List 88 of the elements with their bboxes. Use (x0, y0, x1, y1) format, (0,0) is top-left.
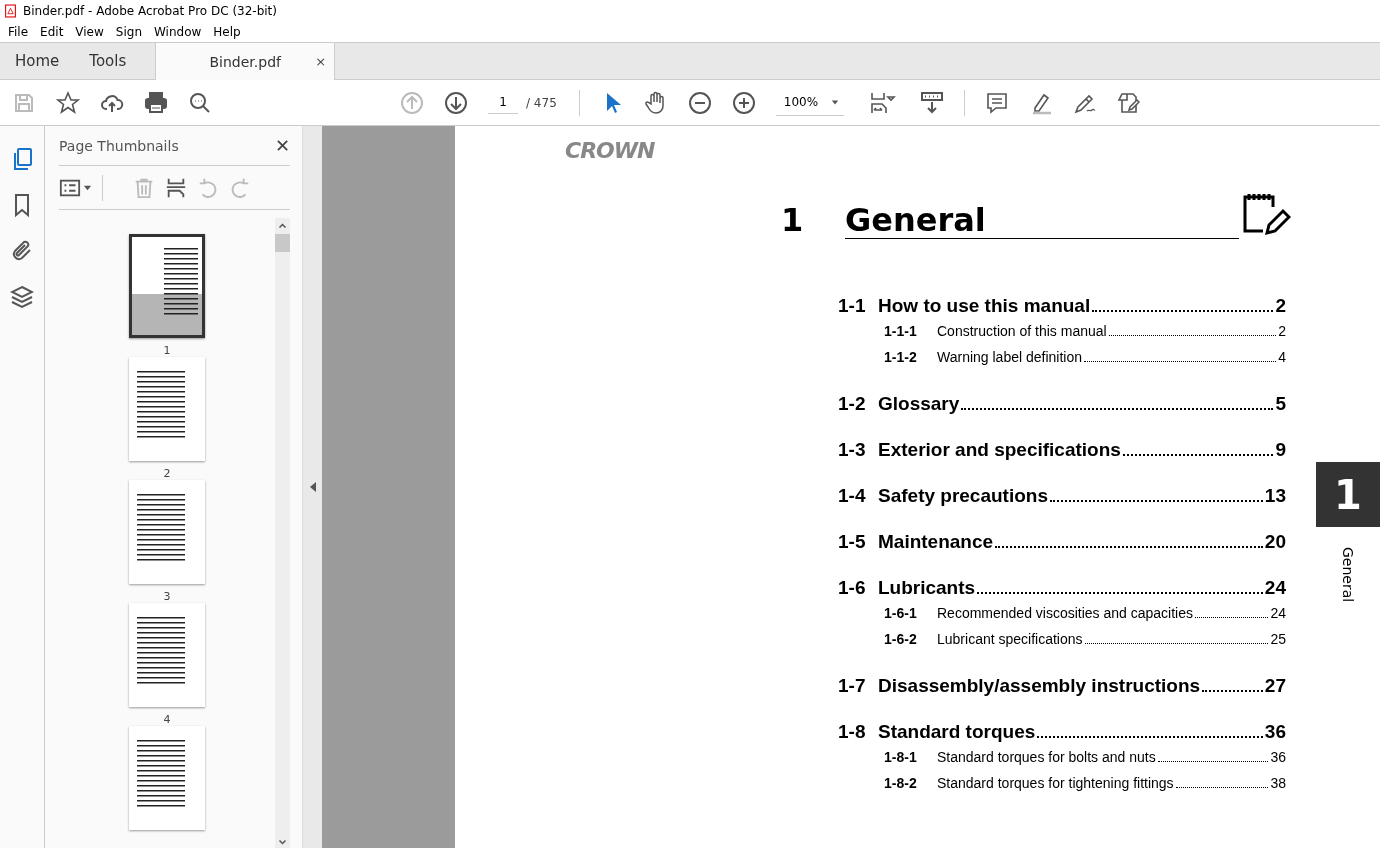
section-title[interactable]: Maintenance (878, 531, 994, 553)
page-thumbnail[interactable] (129, 234, 205, 338)
section-number: 1-2 (838, 393, 867, 415)
page-ref: 24 (1270, 605, 1286, 621)
section-title[interactable]: Lubricant specifications (937, 631, 1083, 647)
collapse-arrow-icon[interactable] (309, 482, 316, 492)
tab[interactable]: Home (0, 43, 75, 79)
panel-title: Page Thumbnails (59, 137, 179, 154)
caret-icon[interactable] (83, 183, 92, 192)
section-number: 1-4 (838, 485, 867, 507)
section-number: 1-6-2 (884, 631, 918, 647)
section-title[interactable]: Glossary (878, 393, 960, 415)
comment-icon[interactable] (984, 90, 1009, 115)
page-number: 2 (163, 467, 171, 480)
print-icon[interactable] (144, 90, 168, 115)
section-title[interactable]: Safety precautions (878, 485, 1048, 507)
section-title[interactable]: Standard torques for bolts and nuts (937, 749, 1156, 765)
page-ref: 36 (1270, 749, 1286, 765)
layers-icon[interactable] (10, 284, 34, 310)
zoom-in-icon[interactable] (731, 90, 756, 115)
page-number: 4 (163, 713, 171, 726)
section-title[interactable]: Warning label definition (937, 349, 1082, 365)
edit-document-icon[interactable] (1116, 90, 1141, 115)
page-thumbnail[interactable] (129, 726, 205, 830)
page-ref: 27 (1264, 675, 1286, 697)
window-title: Binder.pdf - Adobe Acrobat Pro DC (32-bit) (23, 4, 277, 18)
scroll-up-icon[interactable] (278, 222, 287, 230)
menu-item[interactable]: Edit (34, 25, 70, 39)
section-title[interactable]: Standard torques (878, 721, 1036, 743)
page-ref: 9 (1275, 439, 1286, 461)
section-title[interactable]: Construction of this manual (937, 323, 1107, 339)
section-number: 1-1-1 (884, 323, 918, 339)
close-icon[interactable]: × (315, 54, 327, 69)
chapter-title: General (845, 204, 1239, 239)
menu-item[interactable]: View (69, 25, 110, 39)
zoom-out-icon[interactable] (687, 90, 712, 115)
chapter-number: 1 (781, 201, 805, 239)
page-thumbnail[interactable] (129, 480, 205, 584)
page-ref: 13 (1264, 485, 1286, 507)
zoom-field[interactable]: 100% (775, 89, 844, 116)
zoom-value: 100% (783, 95, 819, 109)
section-number: 1-6-1 (884, 605, 918, 621)
section-number: 1-8 (838, 721, 867, 743)
page-ref: 4 (1278, 349, 1286, 365)
section-title[interactable]: How to use this manual (878, 295, 1091, 317)
page-ref: 2 (1275, 295, 1286, 317)
section-title[interactable]: Disassembly/assembly instructions (878, 675, 1201, 697)
page-ref: 38 (1270, 775, 1286, 791)
menu-item[interactable]: Help (207, 25, 247, 39)
page-ref: 2 (1278, 323, 1286, 339)
section-number: 1-1-2 (884, 349, 918, 365)
page-ref: 20 (1264, 531, 1286, 553)
close-icon[interactable]: ✕ (274, 135, 290, 156)
section-title[interactable]: Standard torques for tightening fittings (937, 775, 1174, 791)
page-ref: 5 (1275, 393, 1286, 415)
page-split-icon[interactable] (165, 176, 187, 199)
tab[interactable]: Binder.pdf × (155, 43, 336, 80)
scroll-thumb[interactable] (275, 234, 290, 252)
section-number: 1-8-2 (884, 775, 918, 791)
section-number: 1-5 (838, 531, 867, 553)
page-count: / 475 (526, 95, 557, 110)
section-title[interactable]: Exterior and specifications (878, 439, 1121, 461)
logo: CROWN (565, 138, 655, 163)
page-number: 1 (163, 344, 171, 357)
search-icon[interactable] (188, 90, 212, 115)
page-number: 3 (163, 590, 171, 603)
keyboard-down-icon[interactable] (919, 90, 944, 115)
scroll-down-icon[interactable] (278, 838, 287, 846)
menu-item[interactable]: Sign (109, 25, 148, 39)
section-number: 1-1 (838, 295, 867, 317)
section-number: 1-6 (838, 577, 867, 599)
app-icon (4, 4, 17, 18)
page-ref: 25 (1270, 631, 1286, 647)
menu-item[interactable]: File (2, 25, 35, 39)
section-number: 1-8-1 (884, 749, 918, 765)
page-ref: 36 (1264, 721, 1286, 743)
star-icon[interactable] (56, 90, 80, 115)
tab[interactable]: Tools (74, 43, 142, 79)
caret-icon[interactable] (829, 98, 840, 106)
section-number: 1-7 (838, 675, 867, 697)
section-title[interactable]: Recommended viscosities and capacities (937, 605, 1193, 621)
chapter-tab-label: General (1340, 547, 1356, 603)
page-ref: 24 (1264, 577, 1286, 599)
page-thumbnail[interactable] (129, 603, 205, 707)
section-title[interactable]: Lubricants (878, 577, 976, 599)
section-number: 1-3 (838, 439, 867, 461)
menu-item[interactable]: Window (148, 25, 208, 39)
page-thumbnail[interactable] (129, 357, 205, 461)
